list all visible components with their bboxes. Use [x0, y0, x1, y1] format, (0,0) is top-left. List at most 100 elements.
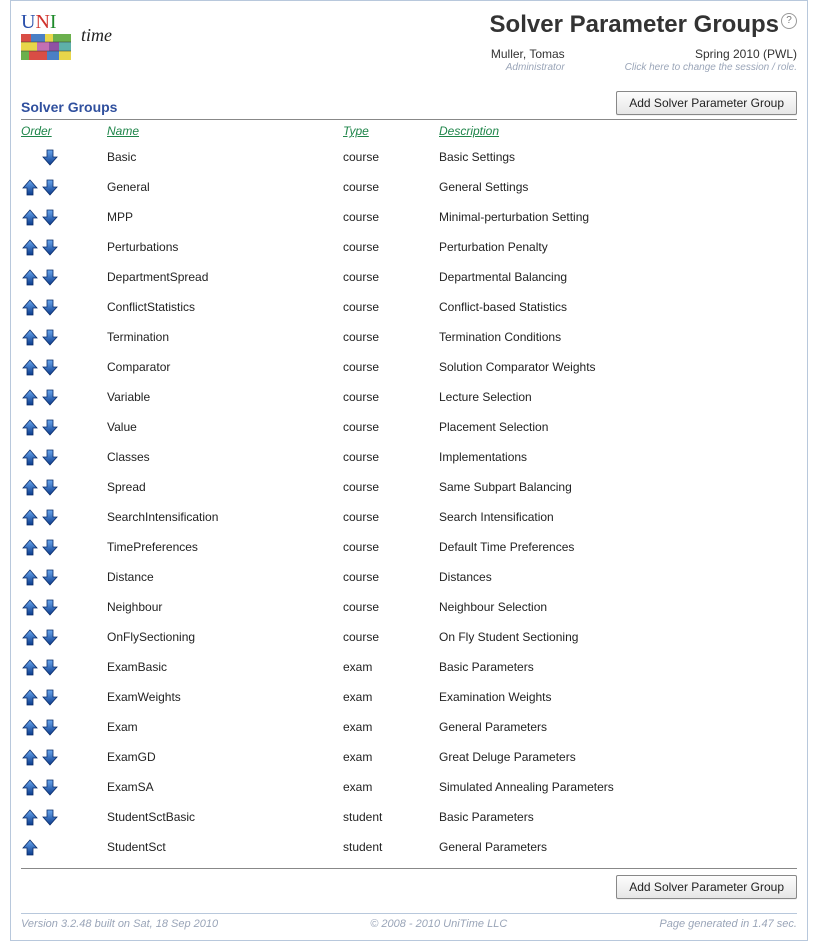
cell-name: Perturbations	[107, 232, 343, 262]
table-row[interactable]: BasiccourseBasic Settings	[21, 142, 797, 172]
move-down-icon[interactable]	[41, 148, 59, 167]
move-down-icon[interactable]	[41, 178, 59, 197]
move-down-icon[interactable]	[41, 238, 59, 257]
cell-name: OnFlySectioning	[107, 622, 343, 652]
col-description[interactable]: Description	[439, 120, 797, 142]
table-row[interactable]: StudentSctBasicstudentBasic Parameters	[21, 802, 797, 832]
move-up-icon[interactable]	[21, 178, 39, 197]
table-row[interactable]: ExamexamGeneral Parameters	[21, 712, 797, 742]
cell-type: exam	[343, 772, 439, 802]
cell-type: course	[343, 172, 439, 202]
table-row[interactable]: StudentSctstudentGeneral Parameters	[21, 832, 797, 862]
table-row[interactable]: ConflictStatisticscourseConflict-based S…	[21, 292, 797, 322]
move-down-icon[interactable]	[41, 418, 59, 437]
divider	[21, 868, 797, 869]
move-up-icon[interactable]	[21, 568, 39, 587]
table-row[interactable]: DistancecourseDistances	[21, 562, 797, 592]
table-row[interactable]: ValuecoursePlacement Selection	[21, 412, 797, 442]
timetable-icon	[21, 34, 71, 60]
table-row[interactable]: GeneralcourseGeneral Settings	[21, 172, 797, 202]
col-name[interactable]: Name	[107, 120, 343, 142]
session-block[interactable]: Spring 2010 (PWL) Click here to change t…	[625, 47, 797, 73]
cell-type: course	[343, 352, 439, 382]
logo-text: UNI	[21, 11, 77, 34]
cell-type: course	[343, 472, 439, 502]
add-group-button-top[interactable]: Add Solver Parameter Group	[616, 91, 797, 115]
move-down-icon[interactable]	[41, 208, 59, 227]
move-up-icon[interactable]	[21, 208, 39, 227]
cell-name: Basic	[107, 142, 343, 172]
table-row[interactable]: SearchIntensificationcourseSearch Intens…	[21, 502, 797, 532]
move-down-icon[interactable]	[41, 268, 59, 287]
move-up-icon[interactable]	[21, 748, 39, 767]
move-down-icon[interactable]	[41, 538, 59, 557]
cell-type: course	[343, 592, 439, 622]
table-row[interactable]: VariablecourseLecture Selection	[21, 382, 797, 412]
move-up-icon[interactable]	[21, 508, 39, 527]
move-down-icon[interactable]	[41, 598, 59, 617]
move-up-icon[interactable]	[21, 718, 39, 737]
cell-name: Comparator	[107, 352, 343, 382]
move-up-icon[interactable]	[21, 478, 39, 497]
move-up-icon[interactable]	[21, 388, 39, 407]
table-row[interactable]: ComparatorcourseSolution Comparator Weig…	[21, 352, 797, 382]
table-row[interactable]: ExamGDexamGreat Deluge Parameters	[21, 742, 797, 772]
table-row[interactable]: NeighbourcourseNeighbour Selection	[21, 592, 797, 622]
add-group-button-bottom[interactable]: Add Solver Parameter Group	[616, 875, 797, 899]
cell-description: Simulated Annealing Parameters	[439, 772, 797, 802]
move-up-icon[interactable]	[21, 298, 39, 317]
move-down-icon[interactable]	[41, 658, 59, 677]
move-down-icon[interactable]	[41, 748, 59, 767]
move-up-icon[interactable]	[21, 328, 39, 347]
move-up-icon[interactable]	[21, 418, 39, 437]
cell-type: course	[343, 202, 439, 232]
move-up-icon[interactable]	[21, 658, 39, 677]
table-row[interactable]: ExamSAexamSimulated Annealing Parameters	[21, 772, 797, 802]
move-down-icon[interactable]	[41, 448, 59, 467]
table-row[interactable]: TerminationcourseTermination Conditions	[21, 322, 797, 352]
move-down-icon[interactable]	[41, 568, 59, 587]
cell-type: course	[343, 232, 439, 262]
table-row[interactable]: ExamBasicexamBasic Parameters	[21, 652, 797, 682]
move-down-icon[interactable]	[41, 388, 59, 407]
user-name: Muller, Tomas	[491, 47, 565, 61]
table-row[interactable]: DepartmentSpreadcourseDepartmental Balan…	[21, 262, 797, 292]
table-row[interactable]: SpreadcourseSame Subpart Balancing	[21, 472, 797, 502]
move-up-icon[interactable]	[21, 778, 39, 797]
move-down-icon[interactable]	[41, 478, 59, 497]
move-up-icon[interactable]	[21, 238, 39, 257]
table-row[interactable]: TimePreferencescourseDefault Time Prefer…	[21, 532, 797, 562]
cell-name: ExamGD	[107, 742, 343, 772]
col-type[interactable]: Type	[343, 120, 439, 142]
move-up-icon[interactable]	[21, 688, 39, 707]
move-up-icon[interactable]	[21, 358, 39, 377]
move-down-icon[interactable]	[41, 298, 59, 317]
move-up-icon[interactable]	[21, 268, 39, 287]
move-up-icon[interactable]	[21, 838, 39, 857]
cell-description: Great Deluge Parameters	[439, 742, 797, 772]
move-down-icon[interactable]	[41, 808, 59, 827]
table-row[interactable]: ClassescourseImplementations	[21, 442, 797, 472]
move-down-icon[interactable]	[41, 688, 59, 707]
move-down-icon[interactable]	[41, 718, 59, 737]
move-up-icon[interactable]	[21, 628, 39, 647]
col-order[interactable]: Order	[21, 120, 107, 142]
cell-name: MPP	[107, 202, 343, 232]
help-icon[interactable]: ?	[781, 13, 797, 29]
move-down-icon[interactable]	[41, 628, 59, 647]
move-down-icon[interactable]	[41, 508, 59, 527]
table-row[interactable]: MPPcourseMinimal-perturbation Setting	[21, 202, 797, 232]
move-up-icon[interactable]	[21, 448, 39, 467]
table-row[interactable]: ExamWeightsexamExamination Weights	[21, 682, 797, 712]
table-row[interactable]: PerturbationscoursePerturbation Penalty	[21, 232, 797, 262]
move-up-icon[interactable]	[21, 808, 39, 827]
cell-type: course	[343, 622, 439, 652]
cell-type: course	[343, 412, 439, 442]
move-down-icon[interactable]	[41, 328, 59, 347]
move-down-icon[interactable]	[41, 778, 59, 797]
move-up-icon[interactable]	[21, 538, 39, 557]
page-title: Solver Parameter Groups	[490, 11, 779, 39]
move-down-icon[interactable]	[41, 358, 59, 377]
table-row[interactable]: OnFlySectioningcourseOn Fly Student Sect…	[21, 622, 797, 652]
move-up-icon[interactable]	[21, 598, 39, 617]
